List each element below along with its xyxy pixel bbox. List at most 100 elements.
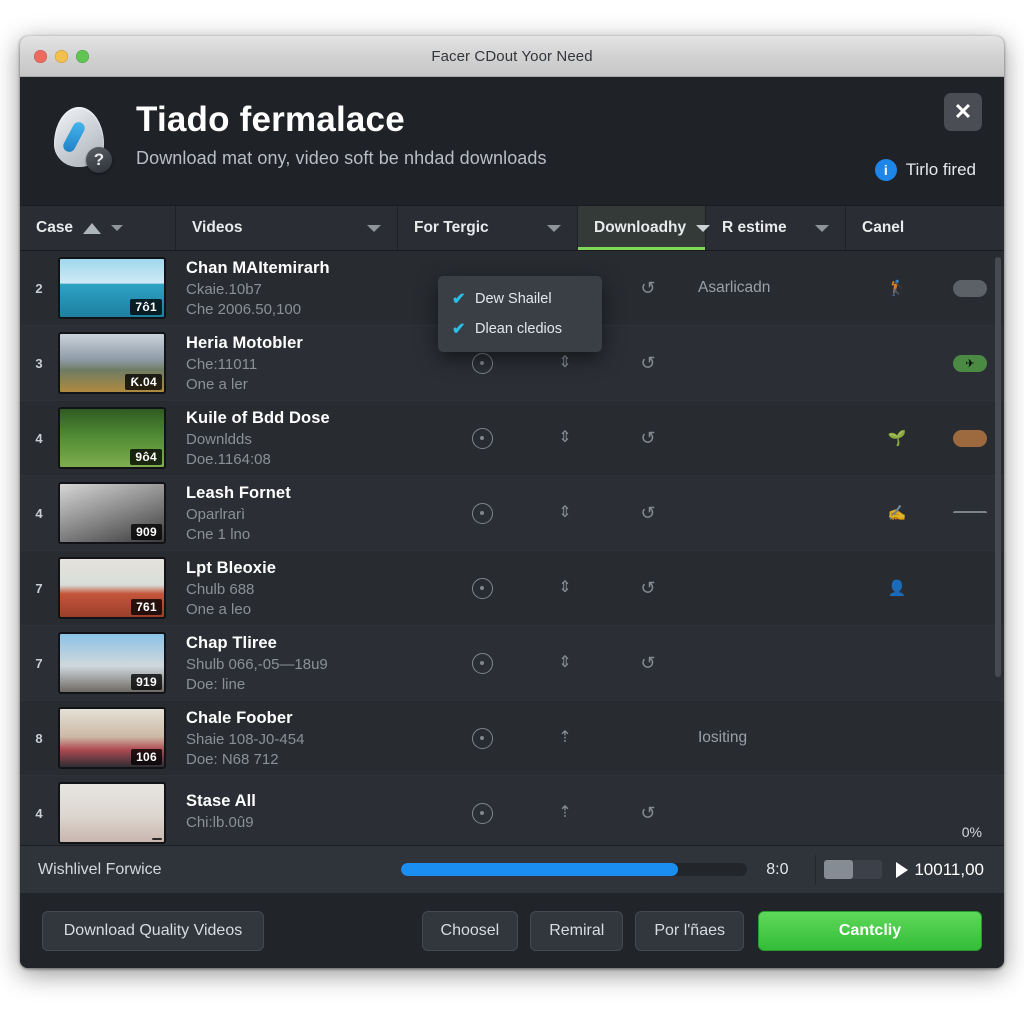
refresh-icon[interactable]: ↺ [602, 504, 694, 522]
progress-percent-float: 0% [961, 824, 982, 840]
video-thumbnail[interactable]: 909 [58, 482, 166, 544]
column-header-downloadhy[interactable]: Downloadhy [578, 206, 711, 250]
status-ring-icon[interactable] [436, 802, 528, 824]
refresh-icon[interactable]: ↺ [602, 579, 694, 597]
close-window-button[interactable] [34, 49, 47, 63]
row-meta: Stase All Chi:lb.0û9 [186, 792, 436, 834]
chevron-down-icon[interactable] [111, 225, 124, 231]
row-index: 4 [35, 505, 43, 521]
window-controls[interactable] [34, 49, 89, 63]
status-toggle[interactable] [824, 860, 883, 879]
column-header-videos[interactable]: Videos [176, 206, 398, 250]
video-thumbnail[interactable] [58, 782, 166, 844]
status-ring-icon[interactable] [436, 652, 528, 674]
duration-badge: 9ô4 [130, 449, 162, 465]
row-marker-icon: 🏌️ [887, 280, 907, 297]
refresh-icon[interactable]: ↺ [602, 354, 694, 372]
chevron-down-icon[interactable] [547, 224, 561, 232]
video-thumbnail[interactable]: 7ô1 [58, 257, 166, 319]
sort-ascending-icon[interactable] [83, 222, 102, 234]
remiral-button[interactable]: Remiral [530, 911, 624, 951]
refresh-icon[interactable]: ↺ [602, 804, 694, 822]
video-thumbnail[interactable]: 919 [58, 632, 166, 694]
refresh-icon[interactable]: ↺ [602, 429, 694, 447]
column-header-canel[interactable]: Canel [846, 206, 1004, 250]
zoom-window-button[interactable] [76, 49, 89, 63]
status-ring-icon[interactable] [436, 352, 528, 374]
status-ring-icon[interactable] [436, 502, 528, 524]
column-header-restime[interactable]: R estime [706, 206, 846, 250]
column-header-case-label: Case [36, 219, 74, 236]
refresh-icon[interactable]: ↺ [602, 279, 694, 297]
download-arrow-icon[interactable]: ⇡ [528, 805, 602, 821]
chevron-down-icon[interactable] [815, 224, 829, 232]
video-detail: Che 2006.50,100 [186, 300, 302, 318]
status-ring-icon[interactable] [436, 577, 528, 599]
table-row[interactable]: 4 Stase All Chi:lb.0û9 ⇡ ↺ [20, 776, 1004, 845]
status-right-group[interactable]: 10011,00 [896, 860, 984, 880]
app-logo-icon: ? [46, 105, 114, 173]
table-row[interactable]: 4 9ô4 Kuile of Bdd Dose Downldds Doe.116… [20, 401, 1004, 476]
row-status-text: Asarlicadn [698, 279, 771, 296]
download-arrow-icon[interactable]: ⇕ [528, 355, 602, 371]
for-tergic-dropdown-menu[interactable]: ✔ Dew Shailel ✔ Dlean cledios [438, 276, 602, 352]
dropdown-item-label: Dew Shailel [475, 291, 552, 307]
table-row[interactable]: 7 761 Lpt Bleoxie Chulb 688 One a leo ⇕ … [20, 551, 1004, 626]
video-detail: Doe.1164:08 [186, 450, 271, 468]
table-row[interactable]: 4 909 Leash Fornet Oparlrarì Cne 1 lno ⇕… [20, 476, 1004, 551]
row-meta: Leash Fornet Oparlrarì Cne 1 lno [186, 484, 436, 543]
dropdown-item-dlean-cledios[interactable]: ✔ Dlean cledios [438, 314, 602, 344]
por-lnaes-button[interactable]: Por l'ñaes [635, 911, 744, 951]
refresh-icon[interactable]: ↺ [602, 654, 694, 672]
download-arrow-icon[interactable]: ⇕ [528, 505, 602, 521]
column-header-case[interactable]: Case [20, 206, 176, 250]
row-tail-badge [936, 429, 1004, 447]
play-icon[interactable] [896, 861, 909, 878]
cantcliy-button[interactable]: Cantcliy [758, 911, 982, 951]
row-marker-icon: 🌱 [887, 430, 907, 447]
column-header-for-tergic[interactable]: For Tergic [398, 206, 578, 250]
download-arrow-icon[interactable]: ⇕ [528, 655, 602, 671]
minimize-window-button[interactable] [55, 49, 68, 63]
row-meta: Lpt Bleoxie Chulb 688 One a leo [186, 559, 436, 618]
download-arrow-icon[interactable]: ⇕ [528, 430, 602, 446]
check-icon: ✔ [452, 321, 466, 338]
table-row[interactable]: 8 106 Chale Foober Shaie 108-J0-454 Doe:… [20, 701, 1004, 776]
duration-badge: 761 [131, 599, 162, 615]
row-meta: Kuile of Bdd Dose Downldds Doe.1164:08 [186, 409, 436, 468]
row-index: 8 [35, 730, 43, 746]
row-meta: Chale Foober Shaie 108-J0-454 Doe: N68 7… [186, 709, 436, 768]
page-subtitle: Download mat ony, video soft be nhdad do… [136, 147, 547, 168]
video-thumbnail[interactable]: 9ô4 [58, 407, 166, 469]
table-row[interactable]: 7 919 Chap Tliree Shulb 066,-05—18u9 Doe… [20, 626, 1004, 701]
video-thumbnail[interactable]: 106 [58, 707, 166, 769]
download-arrow-icon[interactable]: ⇡ [528, 730, 602, 746]
row-index: 7 [35, 655, 43, 671]
download-arrow-icon[interactable]: ⇕ [528, 580, 602, 596]
status-ring-icon[interactable] [436, 427, 528, 449]
status-ring-icon[interactable] [436, 727, 528, 749]
status-bar: 0% Wishlivel Forwice 8:0 10011,00 [20, 824, 1004, 893]
row-index: 3 [35, 355, 43, 371]
dropdown-item-label: Dlean cledios [475, 321, 563, 337]
video-detail: Cne 1 lno [186, 525, 251, 543]
video-title: Lpt Bleoxie [186, 558, 277, 577]
row-marker-icon: 👤 [887, 580, 907, 597]
video-subtitle: Che:11011 [186, 355, 258, 373]
choosel-button[interactable]: Choosel [421, 911, 519, 951]
column-header-downloadhy-label: Downloadhy [594, 219, 687, 236]
column-header-toolbar: Case Videos For Tergic Downloadhy R esti… [20, 205, 1004, 251]
row-meta: Heria Motobler Che:11011 One a ler [186, 334, 436, 393]
list-scrollbar[interactable] [995, 257, 1001, 677]
dropdown-item-dew-shailel[interactable]: ✔ Dew Shailel [438, 284, 602, 314]
app-header: ? Tiado fermalace Download mat ony, vide… [20, 77, 1004, 205]
download-quality-videos-button[interactable]: Download Quality Videos [42, 911, 264, 951]
close-icon[interactable]: ✕ [944, 93, 982, 131]
chevron-down-icon[interactable] [367, 224, 381, 232]
status-divider [815, 854, 817, 885]
toggle-knob[interactable] [824, 860, 854, 879]
video-thumbnail[interactable]: Ƙ.04 [58, 332, 166, 394]
header-status-note: i Tirlo fired [874, 159, 976, 181]
video-subtitle: Ckaie.10b7 [186, 280, 262, 298]
video-thumbnail[interactable]: 761 [58, 557, 166, 619]
